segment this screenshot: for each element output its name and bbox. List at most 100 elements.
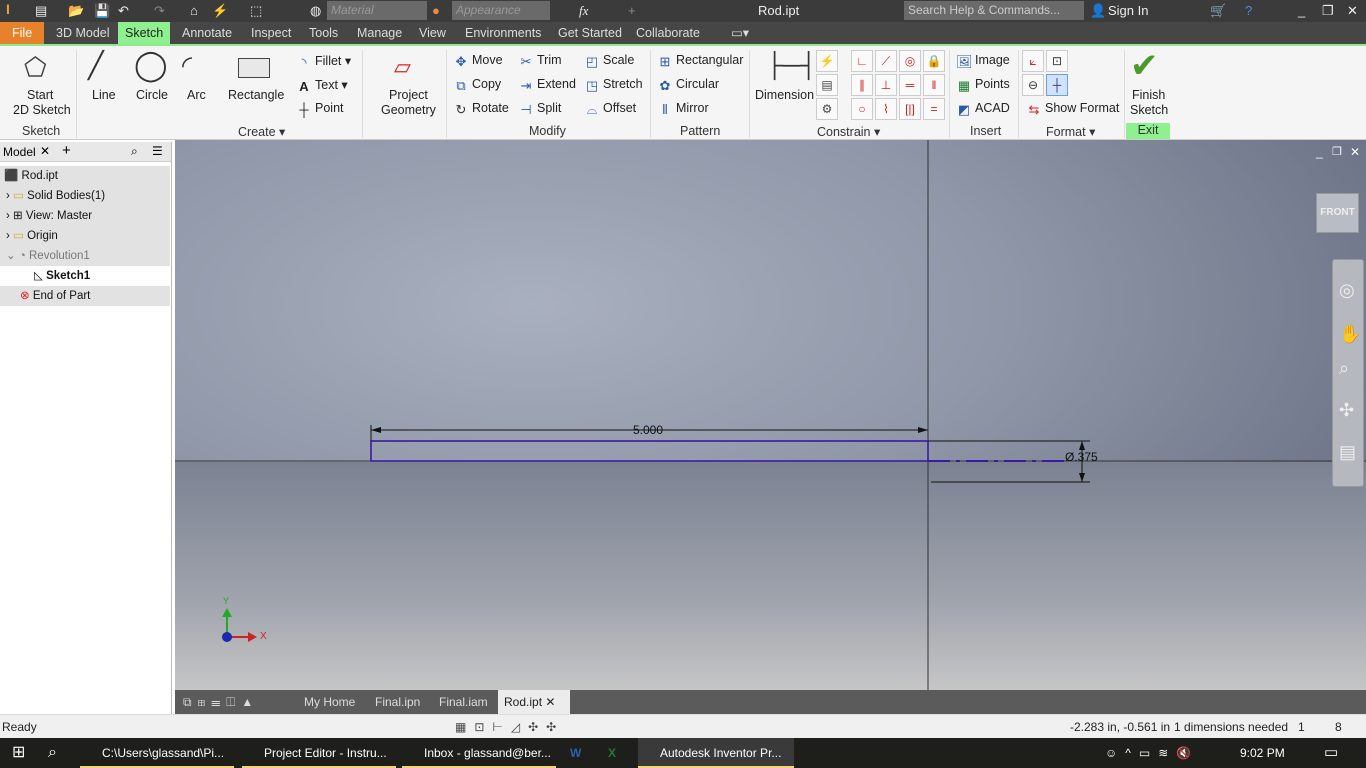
project-label-1[interactable]: Project <box>389 88 428 102</box>
tab-3d-model[interactable]: 3D Model <box>49 22 117 44</box>
show-format-button[interactable]: ⇆ Show Format <box>1026 101 1120 117</box>
new-file-icon[interactable]: ▤ <box>35 3 47 19</box>
doc-tab-my-home[interactable]: My Home <box>298 690 361 714</box>
close-tab-icon[interactable]: ✕ <box>545 695 555 709</box>
tab-tools[interactable]: Tools <box>302 22 345 44</box>
viewport-restore[interactable]: ❐ <box>1332 145 1342 158</box>
taskbar-explorer[interactable]: C:\Users\glassand\Pi... <box>80 738 234 768</box>
save-icon[interactable]: 💾 <box>94 3 110 19</box>
tab-view[interactable]: View <box>412 22 453 44</box>
circular-pattern-button[interactable]: ✿ Circular <box>657 77 720 93</box>
undo-icon[interactable]: ↶ <box>118 3 129 19</box>
insert-acad-button[interactable]: ◩ ACAD <box>956 101 1010 117</box>
fix-constraint-icon[interactable]: 🔒 <box>923 50 945 72</box>
close-button[interactable]: ✕ <box>1347 3 1358 19</box>
perpendicular-constraint-icon[interactable]: ⊥ <box>875 74 897 96</box>
word-icon[interactable]: W <box>548 738 581 768</box>
graphics-viewport[interactable]: 5.000 Ø.375 FRONT _ ❐ ✕ ◎ ✋ ⌕ ✣ ▤ Y X <box>175 140 1366 690</box>
smooth-constraint-icon[interactable]: ⌇ <box>875 98 897 120</box>
start-2d-sketch-button[interactable]: 2D Sketch <box>13 103 71 117</box>
notifications-icon[interactable]: ▭ <box>1324 738 1338 768</box>
taskbar-inventor[interactable]: Autodesk Inventor Pr... <box>638 738 794 768</box>
trim-button[interactable]: ✂ Trim <box>518 53 562 69</box>
constraint-settings-icon[interactable]: ⚙ <box>816 98 838 120</box>
fx-parameters-button[interactable]: fx <box>579 3 588 19</box>
close-browser-icon[interactable]: ✕ <box>40 144 50 158</box>
viewport-close[interactable]: ✕ <box>1350 145 1360 159</box>
tree-node-view-master[interactable]: › ⊞ View: Master <box>0 206 170 226</box>
finish-label-1[interactable]: Finish <box>1132 88 1165 102</box>
doc-tab-rod-ipt[interactable]: Rod.ipt ✕ <box>498 690 570 714</box>
ribbon-display-toggle[interactable]: ▭▾ <box>724 22 756 44</box>
doc-tab-final-iam[interactable]: Final.iam <box>433 690 494 714</box>
excel-icon[interactable]: X <box>586 738 616 768</box>
split-button[interactable]: ⊣ Split <box>518 101 561 117</box>
zoom-icon[interactable]: ⌕ <box>1339 358 1349 379</box>
fillet-button[interactable]: ◝ Fillet ▾ <box>296 53 351 70</box>
move-button[interactable]: ✥ Move <box>453 53 503 69</box>
tree-node-rod[interactable]: ⬛ Rod.ipt <box>0 166 170 186</box>
sign-in-button[interactable]: Sign In <box>1108 3 1148 18</box>
dimension-button[interactable]: Dimension <box>755 88 814 102</box>
help-icon[interactable]: ? <box>1245 3 1252 18</box>
tangent-constraint-icon[interactable]: ○ <box>851 98 873 120</box>
tab-annotate[interactable]: Annotate <box>175 22 239 44</box>
menu-icon[interactable]: ☰ <box>152 144 163 158</box>
material-combo[interactable]: Material <box>327 1 427 20</box>
search-help-input[interactable]: Search Help & Commands... <box>904 1 1084 20</box>
pan-icon[interactable]: ✋ <box>1339 324 1361 345</box>
taskbar-chrome[interactable]: Project Editor - Instru... <box>242 738 396 768</box>
arc-button[interactable]: Arc <box>187 88 206 102</box>
appearance-icon[interactable]: ● <box>432 3 440 18</box>
tree-node-sketch1[interactable]: ◺ Sketch1 <box>0 266 170 286</box>
length-dimension-value[interactable]: 5.000 <box>633 423 663 437</box>
tab-environments[interactable]: Environments <box>458 22 548 44</box>
collinear-constraint-icon[interactable]: ⟋ <box>875 50 897 72</box>
mirror-button[interactable]: ⫴ Mirror <box>657 101 708 117</box>
diameter-dimension-value[interactable]: Ø.375 <box>1065 450 1098 464</box>
driven-dimension-icon[interactable]: ⊡ <box>1046 50 1068 72</box>
cart-icon[interactable]: 🛒 <box>1210 3 1226 19</box>
minimize-button[interactable]: _ <box>1298 3 1305 18</box>
scale-button[interactable]: ◰ Scale <box>584 53 634 69</box>
copy-button[interactable]: ⧉ Copy <box>453 77 501 93</box>
search-taskbar-icon[interactable]: ⌕ <box>26 738 57 768</box>
clock[interactable]: 9:02 PM <box>1240 738 1285 768</box>
home-icon[interactable]: ⌂ <box>190 3 198 18</box>
viewport-minimize[interactable]: _ <box>1316 145 1323 159</box>
text-button[interactable]: A Text ▾ <box>296 77 347 94</box>
tab-manage[interactable]: Manage <box>350 22 409 44</box>
circle-button[interactable]: Circle <box>136 88 168 102</box>
rectangle-button[interactable]: Rectangle <box>228 88 284 102</box>
taskbar-outlook[interactable]: Inbox - glassand@ber... <box>402 738 556 768</box>
open-icon[interactable]: 📂 <box>68 3 84 19</box>
parallel-constraint-icon[interactable]: ∥ <box>851 74 873 96</box>
concentric-constraint-icon[interactable]: ◎ <box>899 50 921 72</box>
appearance-combo[interactable]: Appearance <box>452 1 550 20</box>
coincident-constraint-icon[interactable]: ∟ <box>851 50 873 72</box>
status-sketch-tools-icons[interactable]: ▦⊡⊢◿✣✣ <box>455 720 564 734</box>
centerline-icon[interactable]: ┼ <box>1046 74 1068 96</box>
rectangular-pattern-button[interactable]: ⊞ Rectangular <box>657 53 744 69</box>
stretch-button[interactable]: ◳ Stretch <box>584 77 643 93</box>
show-constraints-icon[interactable]: ▤ <box>816 74 838 96</box>
browser-tab-model[interactable]: Model <box>3 145 36 159</box>
restore-button[interactable]: ❐ <box>1322 3 1334 19</box>
extend-button[interactable]: ⇥ Extend <box>518 77 576 93</box>
horizontal-constraint-icon[interactable]: ═ <box>899 74 921 96</box>
vertical-constraint-icon[interactable]: ‖ <box>923 74 945 96</box>
tree-node-revolution1[interactable]: ⌄ ◔ Revolution1 <box>0 246 170 266</box>
tab-collaborate[interactable]: Collaborate <box>629 22 707 44</box>
finish-sketch-button[interactable]: Sketch <box>1130 103 1168 117</box>
viewcube[interactable]: FRONT <box>1316 193 1359 233</box>
steering-wheel-icon[interactable]: ◎ <box>1339 280 1355 301</box>
centerpoint-icon[interactable]: ⊖ <box>1022 74 1044 96</box>
select-icon[interactable]: ⬚ <box>250 3 262 19</box>
plus-icon[interactable]: + <box>628 3 636 18</box>
project-geometry-button[interactable]: Geometry <box>381 103 436 117</box>
tab-file[interactable]: File <box>0 22 45 44</box>
tree-node-solid-bodies[interactable]: › ▭ Solid Bodies(1) <box>0 186 170 206</box>
auto-dimension-icon[interactable]: ⚡ <box>816 50 838 72</box>
point-button[interactable]: ┼ Point <box>296 101 343 117</box>
sketch-canvas[interactable] <box>175 140 1366 690</box>
